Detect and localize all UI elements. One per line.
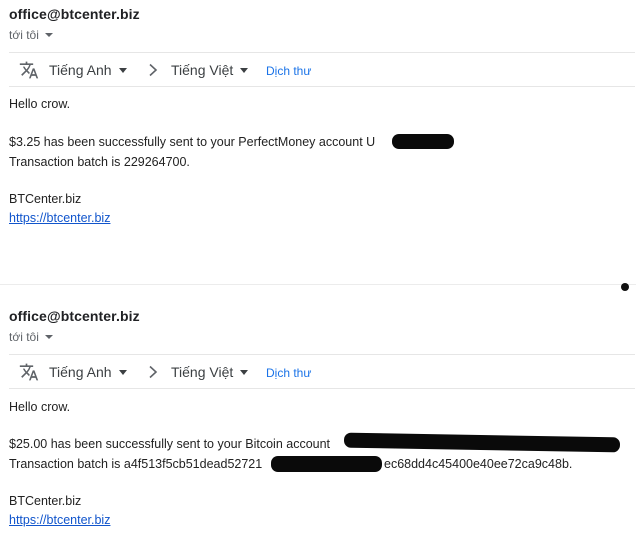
greeting: Hello crow. bbox=[9, 97, 71, 111]
redaction-mark bbox=[271, 456, 382, 472]
payment-line: $25.00 has been successfully sent to you… bbox=[9, 437, 331, 451]
chevron-down-icon[interactable] bbox=[44, 335, 53, 339]
translate-bar: Tiếng Anh Tiếng Việt Dịch thư bbox=[9, 354, 635, 389]
chevron-right-icon bbox=[149, 365, 158, 379]
chevron-down-icon bbox=[118, 369, 127, 375]
target-language-select[interactable]: Tiếng Việt bbox=[171, 62, 249, 78]
target-language-label: Tiếng Việt bbox=[171, 364, 234, 380]
signature: BTCenter.biz bbox=[9, 494, 82, 508]
recipient-details[interactable]: tới tôi bbox=[9, 28, 53, 42]
stray-dot bbox=[621, 283, 629, 291]
target-language-label: Tiếng Việt bbox=[171, 62, 234, 78]
recipient-label: tới tôi bbox=[9, 330, 39, 344]
chevron-down-icon bbox=[240, 369, 249, 375]
recipient-details[interactable]: tới tôi bbox=[9, 330, 53, 344]
transaction-line-start: Transaction batch is a4f513f5cb51dead527… bbox=[9, 457, 263, 471]
chevron-down-icon bbox=[240, 67, 249, 73]
source-language-label: Tiếng Anh bbox=[49, 62, 112, 78]
payment-line: $3.25 has been successfully sent to your… bbox=[9, 135, 376, 149]
redaction-mark bbox=[392, 134, 454, 149]
sender-email[interactable]: office@btcenter.biz bbox=[9, 6, 140, 22]
target-language-select[interactable]: Tiếng Việt bbox=[171, 364, 249, 380]
translate-message-link[interactable]: Dịch thư bbox=[266, 64, 311, 78]
website-link[interactable]: https://btcenter.biz bbox=[9, 211, 110, 225]
chevron-right-icon bbox=[149, 63, 158, 77]
translate-bar: Tiếng Anh Tiếng Việt Dịch thư bbox=[9, 52, 635, 87]
recipient-label: tới tôi bbox=[9, 28, 39, 42]
source-language-select[interactable]: Tiếng Anh bbox=[49, 62, 127, 78]
signature: BTCenter.biz bbox=[9, 192, 82, 206]
transaction-line: Transaction batch is 229264700. bbox=[9, 155, 190, 169]
transaction-line-end: ec68dd4c45400e40ee72ca9c48b. bbox=[384, 457, 573, 471]
source-language-select[interactable]: Tiếng Anh bbox=[49, 364, 127, 380]
redaction-mark bbox=[343, 432, 621, 453]
translate-icon bbox=[19, 363, 39, 381]
source-language-label: Tiếng Anh bbox=[49, 364, 112, 380]
translate-message-link[interactable]: Dịch thư bbox=[266, 366, 311, 380]
translate-icon bbox=[19, 61, 39, 79]
message-divider bbox=[0, 284, 636, 285]
sender-email[interactable]: office@btcenter.biz bbox=[9, 308, 140, 324]
chevron-down-icon[interactable] bbox=[44, 33, 53, 37]
greeting: Hello crow. bbox=[9, 400, 71, 414]
website-link[interactable]: https://btcenter.biz bbox=[9, 513, 110, 527]
chevron-down-icon bbox=[118, 67, 127, 73]
